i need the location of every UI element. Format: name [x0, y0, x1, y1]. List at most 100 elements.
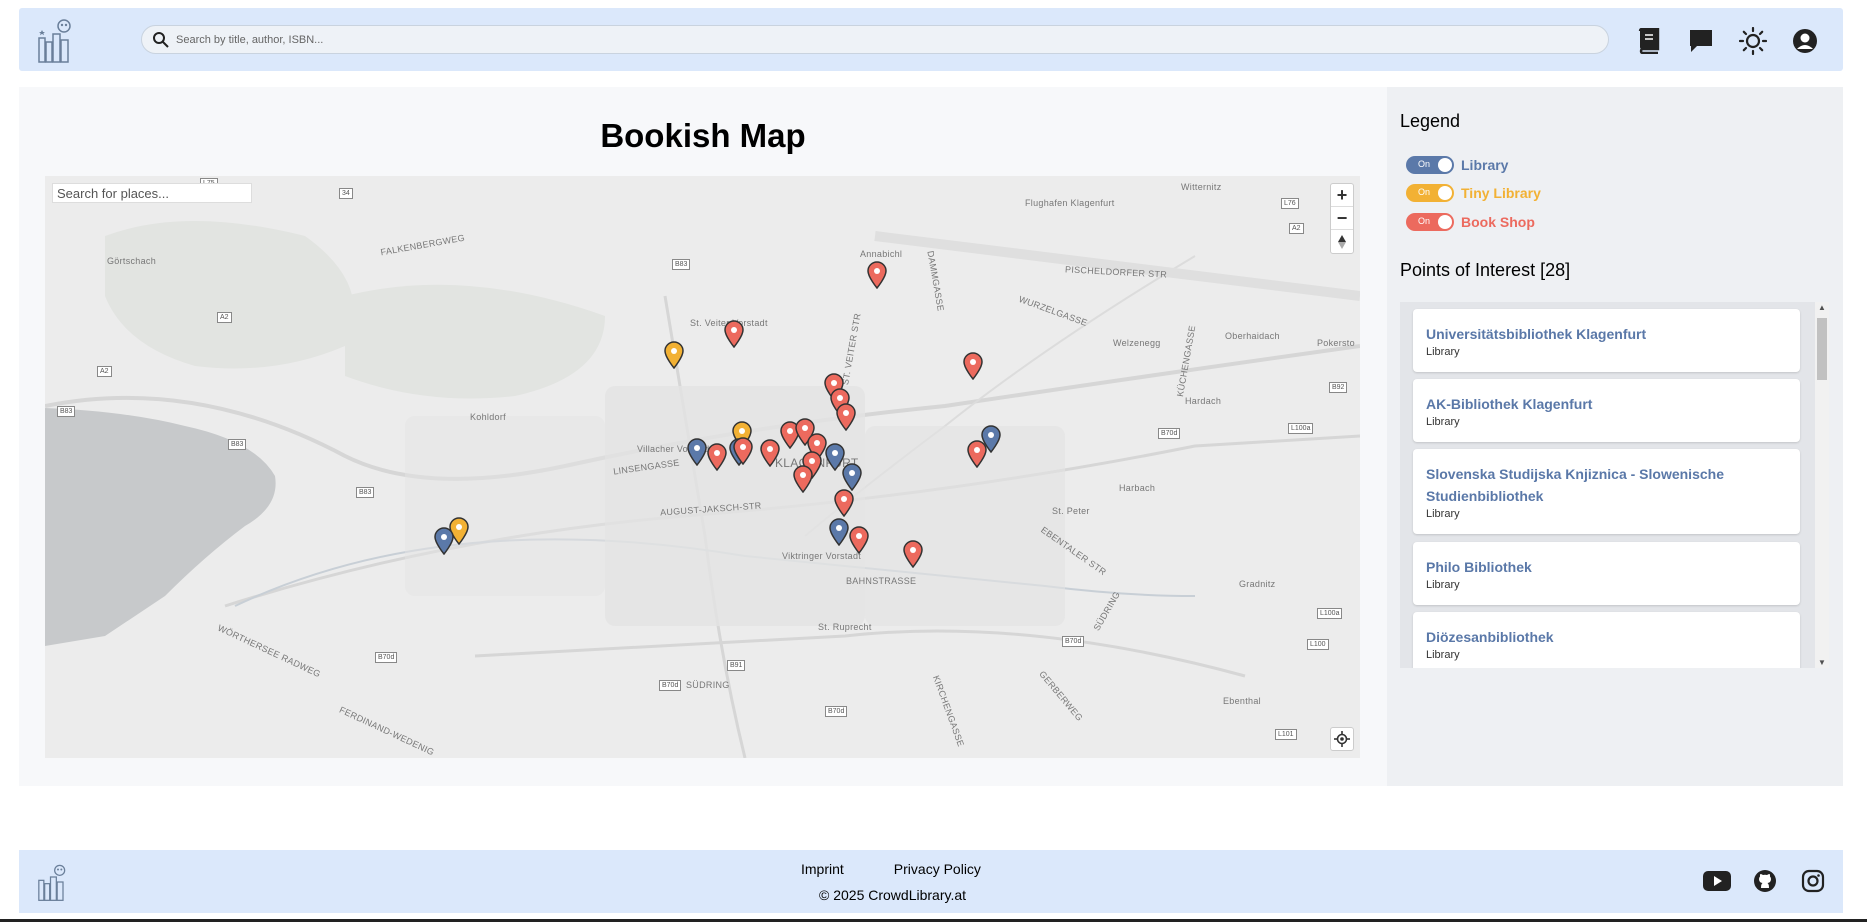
top-navbar — [19, 8, 1843, 71]
imprint-link[interactable]: Imprint — [801, 861, 844, 877]
road-badge: L100a — [1288, 423, 1314, 434]
list-item[interactable]: Diözesanbibliothek Library — [1413, 612, 1800, 668]
map-marker[interactable] — [848, 526, 870, 554]
road-badge: A2 — [217, 312, 232, 323]
legend-label: Library — [1461, 157, 1509, 173]
legend-item-book-shop: On Book Shop — [1406, 213, 1535, 231]
map-label: Oberhaidach — [1225, 331, 1280, 341]
legend-label: Book Shop — [1461, 214, 1535, 230]
road-badge: B83 — [57, 406, 76, 417]
youtube-icon[interactable] — [1703, 867, 1731, 895]
road-badge: A2 — [1289, 223, 1304, 234]
legend-item-tiny-library: On Tiny Library — [1406, 184, 1541, 202]
sidebar: Legend On Library On Tiny Library On Boo… — [1387, 87, 1843, 786]
map-label: SÜDRING — [686, 680, 730, 690]
map-marker[interactable] — [841, 463, 863, 491]
road-badge: B70d — [1158, 428, 1181, 439]
zoom-out-button[interactable]: − — [1331, 207, 1353, 230]
poi-title: Points of Interest [28] — [1400, 260, 1571, 280]
zoom-controls: + − — [1330, 183, 1354, 254]
list-item[interactable]: Slovenska Studijska Knjiznica - Slowenis… — [1413, 449, 1800, 534]
map-marker[interactable] — [663, 341, 685, 369]
poi-name: Diözesanbibliothek — [1426, 629, 1554, 645]
legend-item-library: On Library — [1406, 156, 1508, 174]
map-label: Gradnitz — [1239, 579, 1276, 589]
compass-button[interactable] — [1331, 230, 1353, 253]
privacy-policy-link[interactable]: Privacy Policy — [894, 861, 981, 877]
road-badge: L101 — [1275, 729, 1297, 740]
road-badge: B92 — [1329, 382, 1348, 393]
chat-icon[interactable] — [1685, 25, 1717, 57]
poi-name: Slovenska Studijska Knjiznica - Slowenis… — [1426, 466, 1724, 504]
main-content: Bookish Map Flughafen Klagenfurt Wittern… — [19, 87, 1843, 786]
map-marker[interactable] — [902, 540, 924, 568]
road-badge: B70d — [825, 706, 848, 717]
map-marker[interactable] — [686, 438, 708, 466]
book-shop-toggle[interactable]: On — [1406, 213, 1454, 231]
book-icon[interactable] — [1633, 25, 1665, 57]
place-search-input[interactable]: Search for places... — [52, 183, 252, 203]
compass-icon — [1338, 234, 1346, 249]
search-icon — [153, 31, 169, 48]
poi-type: Library — [1426, 346, 1460, 358]
zoom-in-button[interactable]: + — [1331, 184, 1353, 207]
road-badge: B70d — [659, 680, 682, 691]
footer-logo[interactable] — [37, 862, 69, 902]
map-marker[interactable] — [732, 437, 754, 465]
map-label: Annabichl — [860, 249, 903, 259]
search-bar[interactable] — [141, 25, 1609, 54]
list-item[interactable]: Philo Bibliothek Library — [1413, 542, 1800, 605]
page-title: Bookish Map — [600, 117, 806, 154]
road-badge: 34 — [339, 188, 353, 199]
geolocate-button[interactable] — [1330, 727, 1354, 751]
search-input[interactable] — [176, 33, 1487, 46]
road-badge: A2 — [97, 366, 112, 377]
account-icon[interactable] — [1789, 25, 1821, 57]
map-marker[interactable] — [835, 403, 857, 431]
road-badge: L100a — [1317, 608, 1343, 619]
map-marker[interactable] — [759, 439, 781, 467]
map-marker[interactable] — [723, 320, 745, 348]
poi-list[interactable]: Universitätsbibliothek Klagenfurt Librar… — [1400, 302, 1829, 668]
map-label: Ebenthal — [1223, 696, 1261, 706]
road-badge: B70d — [1062, 636, 1085, 647]
poi-name: Universitätsbibliothek Klagenfurt — [1426, 326, 1647, 342]
poi-type: Library — [1426, 416, 1460, 428]
map-marker[interactable] — [962, 352, 984, 380]
map-label: Pokersto — [1317, 338, 1355, 348]
scroll-up-icon[interactable]: ▲ — [1818, 303, 1826, 312]
copyright-text: © 2025 CrowdLibrary.at — [819, 887, 967, 903]
road-badge: L76 — [1281, 198, 1299, 209]
map-marker[interactable] — [966, 440, 988, 468]
map-label: Hardach — [1185, 396, 1222, 406]
list-item[interactable]: Universitätsbibliothek Klagenfurt Librar… — [1413, 309, 1800, 372]
github-icon[interactable] — [1751, 867, 1779, 895]
legend-label: Tiny Library — [1461, 185, 1541, 201]
theme-toggle-icon[interactable] — [1737, 25, 1769, 57]
scrollbar-thumb[interactable] — [1817, 318, 1827, 380]
crowdlibrary-logo[interactable] — [37, 16, 75, 64]
map-label: St. Peter — [1052, 506, 1090, 516]
poi-name: AK-Bibliothek Klagenfurt — [1426, 396, 1593, 412]
footer: Imprint Privacy Policy © 2025 CrowdLibra… — [19, 850, 1843, 913]
instagram-icon[interactable] — [1799, 867, 1827, 895]
road-badge: B70d — [375, 652, 398, 663]
list-item[interactable]: AK-Bibliothek Klagenfurt Library — [1413, 379, 1800, 442]
poi-scrollbar[interactable]: ▲ ▼ — [1815, 302, 1829, 668]
poi-type: Library — [1426, 579, 1460, 591]
map-label: Welzenegg — [1113, 338, 1161, 348]
map-marker[interactable] — [866, 261, 888, 289]
scroll-down-icon[interactable]: ▼ — [1818, 658, 1826, 667]
tiny-library-toggle[interactable]: On — [1406, 184, 1454, 202]
map-marker[interactable] — [833, 489, 855, 517]
map-marker[interactable] — [706, 443, 728, 471]
poi-type: Library — [1426, 508, 1460, 520]
poi-type: Library — [1426, 649, 1460, 661]
map-marker[interactable] — [792, 465, 814, 493]
map-label: St. Ruprecht — [818, 622, 872, 632]
library-toggle[interactable]: On — [1406, 156, 1454, 174]
map-marker[interactable] — [433, 527, 455, 555]
map-marker[interactable] — [828, 518, 850, 546]
map-view[interactable]: Flughafen Klagenfurt Witternitz Görtscha… — [45, 176, 1360, 758]
map-base-layer — [45, 176, 1360, 758]
